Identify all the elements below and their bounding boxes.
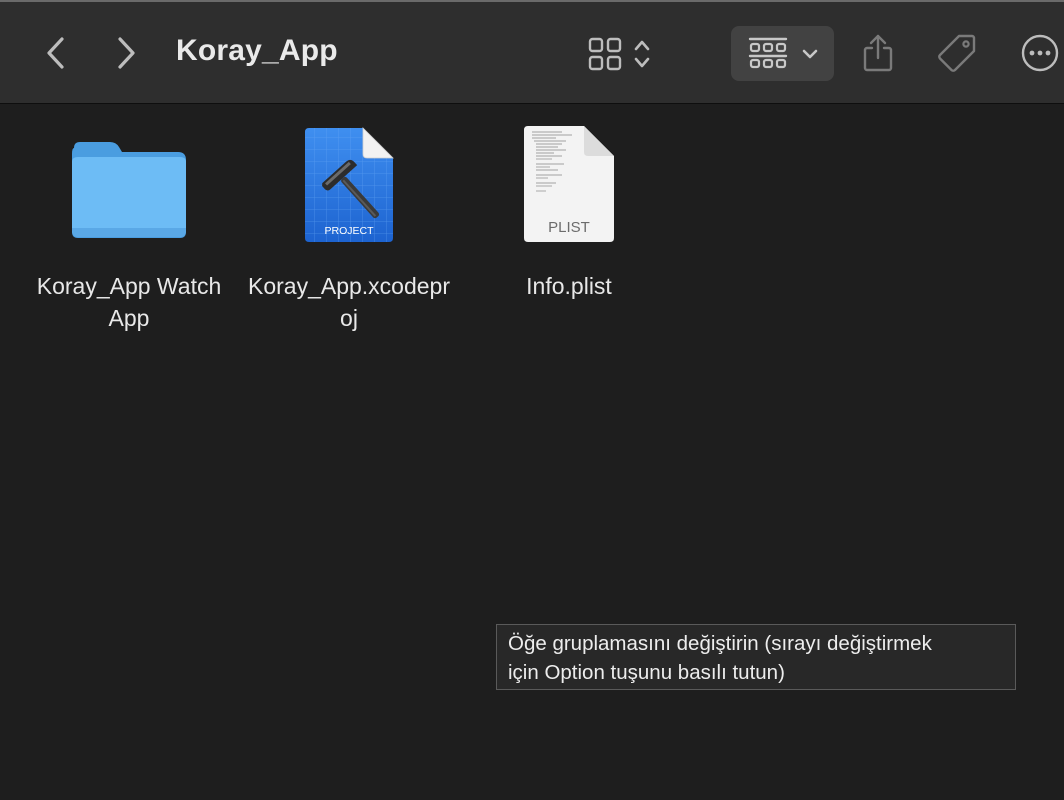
window-title: Koray_App [176, 34, 338, 67]
forward-button[interactable] [106, 30, 146, 76]
folder-icon [72, 142, 186, 238]
icon-grid-view-icon [588, 37, 622, 71]
share-icon [863, 34, 893, 72]
view-mode-button[interactable] [580, 32, 660, 76]
file-name: Koray_App Watch App [36, 273, 222, 331]
file-item-xcodeproj[interactable]: PROJECT Koray_App.xcodeproj [239, 104, 459, 334]
tooltip-line-2: için Option tuşunu basılı tutun) [508, 661, 785, 684]
xcode-project-icon: PROJECT [305, 127, 394, 242]
project-badge-text: PROJECT [324, 225, 374, 237]
group-by-icon [748, 37, 788, 69]
plist-document-icon: PLIST [524, 126, 614, 242]
file-item-folder[interactable]: Koray_App Watch App [19, 104, 239, 334]
ellipsis-circle-icon [1021, 34, 1059, 72]
file-name: Info.plist [526, 273, 612, 299]
tag-icon [938, 34, 976, 72]
tooltip: Öğe gruplamasını değiştirin (sırayı deği… [496, 624, 1016, 690]
chevron-down-icon [802, 49, 818, 59]
share-button[interactable] [856, 30, 900, 76]
chevron-right-icon [118, 37, 135, 69]
chevron-left-icon [47, 37, 64, 69]
plist-badge-text: PLIST [548, 219, 590, 236]
back-button[interactable] [36, 30, 76, 76]
tooltip-line-1: Öğe gruplamasını değiştirin (sırayı deği… [508, 632, 932, 655]
up-down-chevron-icon [634, 40, 650, 68]
file-item-plist[interactable]: PLIST Info.plist [459, 104, 679, 302]
toolbar: Koray_App [0, 0, 1064, 104]
file-browser-content: Koray_App Watch App PROJECT Koray_App.xc… [0, 104, 1064, 800]
tag-button[interactable] [934, 30, 980, 76]
file-name: Koray_App.xcodeproj [247, 273, 450, 331]
group-by-button[interactable] [731, 26, 834, 81]
more-actions-button[interactable] [1018, 30, 1064, 76]
